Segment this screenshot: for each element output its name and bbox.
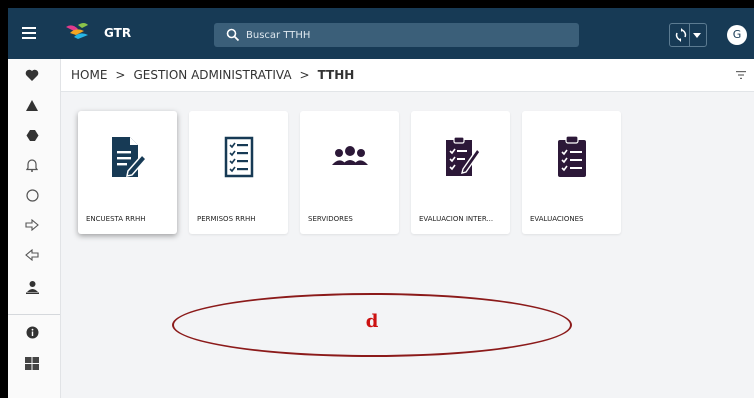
sync-button[interactable] — [669, 23, 707, 47]
annotation-letter: d — [365, 311, 379, 332]
sidebar — [8, 59, 61, 398]
circle-icon[interactable] — [24, 187, 40, 203]
breadcrumb-separator: > — [115, 68, 126, 82]
hamburger-icon[interactable] — [22, 27, 36, 39]
card-label: PERMISOS RRHH — [197, 215, 256, 223]
card-servidores[interactable]: SERVIDORES — [300, 111, 399, 234]
sidebar-divider — [8, 314, 60, 315]
breadcrumb-bar: HOME > GESTION ADMINISTRATIVA > TTHH — [61, 59, 754, 92]
bell-icon[interactable] — [24, 157, 40, 173]
card-evaluacion-inter[interactable]: EVALUACION INTER... — [411, 111, 510, 234]
sync-icon — [675, 28, 687, 42]
top-bar: GTR G — [8, 8, 754, 59]
breadcrumb: HOME > GESTION ADMINISTRATIVA > TTHH — [71, 68, 354, 82]
search-icon — [226, 28, 240, 42]
card-encuesta-rrhh[interactable]: ENCUESTA RRHH — [78, 111, 177, 234]
user-icon[interactable] — [24, 279, 40, 295]
heart-icon[interactable] — [24, 67, 40, 83]
app-window: GTR G — [8, 8, 754, 398]
grid-icon[interactable] — [24, 355, 40, 371]
card-evaluaciones[interactable]: EVALUACIONES — [522, 111, 621, 234]
clipboard-list-icon — [558, 135, 586, 177]
button-divider — [689, 24, 690, 46]
avatar[interactable]: G — [727, 25, 747, 45]
info-icon[interactable] — [24, 324, 40, 340]
arrow-right-icon[interactable] — [24, 217, 40, 233]
breadcrumb-gestion-administrativa[interactable]: GESTION ADMINISTRATIVA — [133, 68, 291, 82]
hexagon-icon[interactable] — [24, 127, 40, 143]
app-title: GTR — [104, 26, 132, 40]
filter-icon[interactable] — [736, 71, 746, 79]
card-label: SERVIDORES — [308, 215, 353, 223]
survey-edit-icon — [112, 137, 148, 177]
search-input[interactable] — [246, 27, 566, 43]
card-label: EVALUACIONES — [530, 215, 584, 223]
breadcrumb-home[interactable]: HOME — [71, 68, 107, 82]
list-document-icon — [224, 136, 254, 178]
annotation-ellipse: d — [172, 293, 572, 357]
search-box[interactable] — [214, 23, 579, 47]
breadcrumb-separator: > — [299, 68, 310, 82]
users-icon — [332, 146, 368, 165]
card-label: ENCUESTA RRHH — [86, 215, 146, 223]
card-permisos-rrhh[interactable]: PERMISOS RRHH — [189, 111, 288, 234]
triangle-icon[interactable] — [24, 97, 40, 113]
clipboard-check-icon — [446, 136, 481, 176]
arrow-left-icon[interactable] — [24, 247, 40, 263]
breadcrumb-current: TTHH — [317, 68, 355, 82]
card-label: EVALUACION INTER... — [419, 215, 494, 223]
chevron-down-icon[interactable] — [693, 33, 701, 38]
bird-logo-icon[interactable] — [64, 21, 90, 45]
